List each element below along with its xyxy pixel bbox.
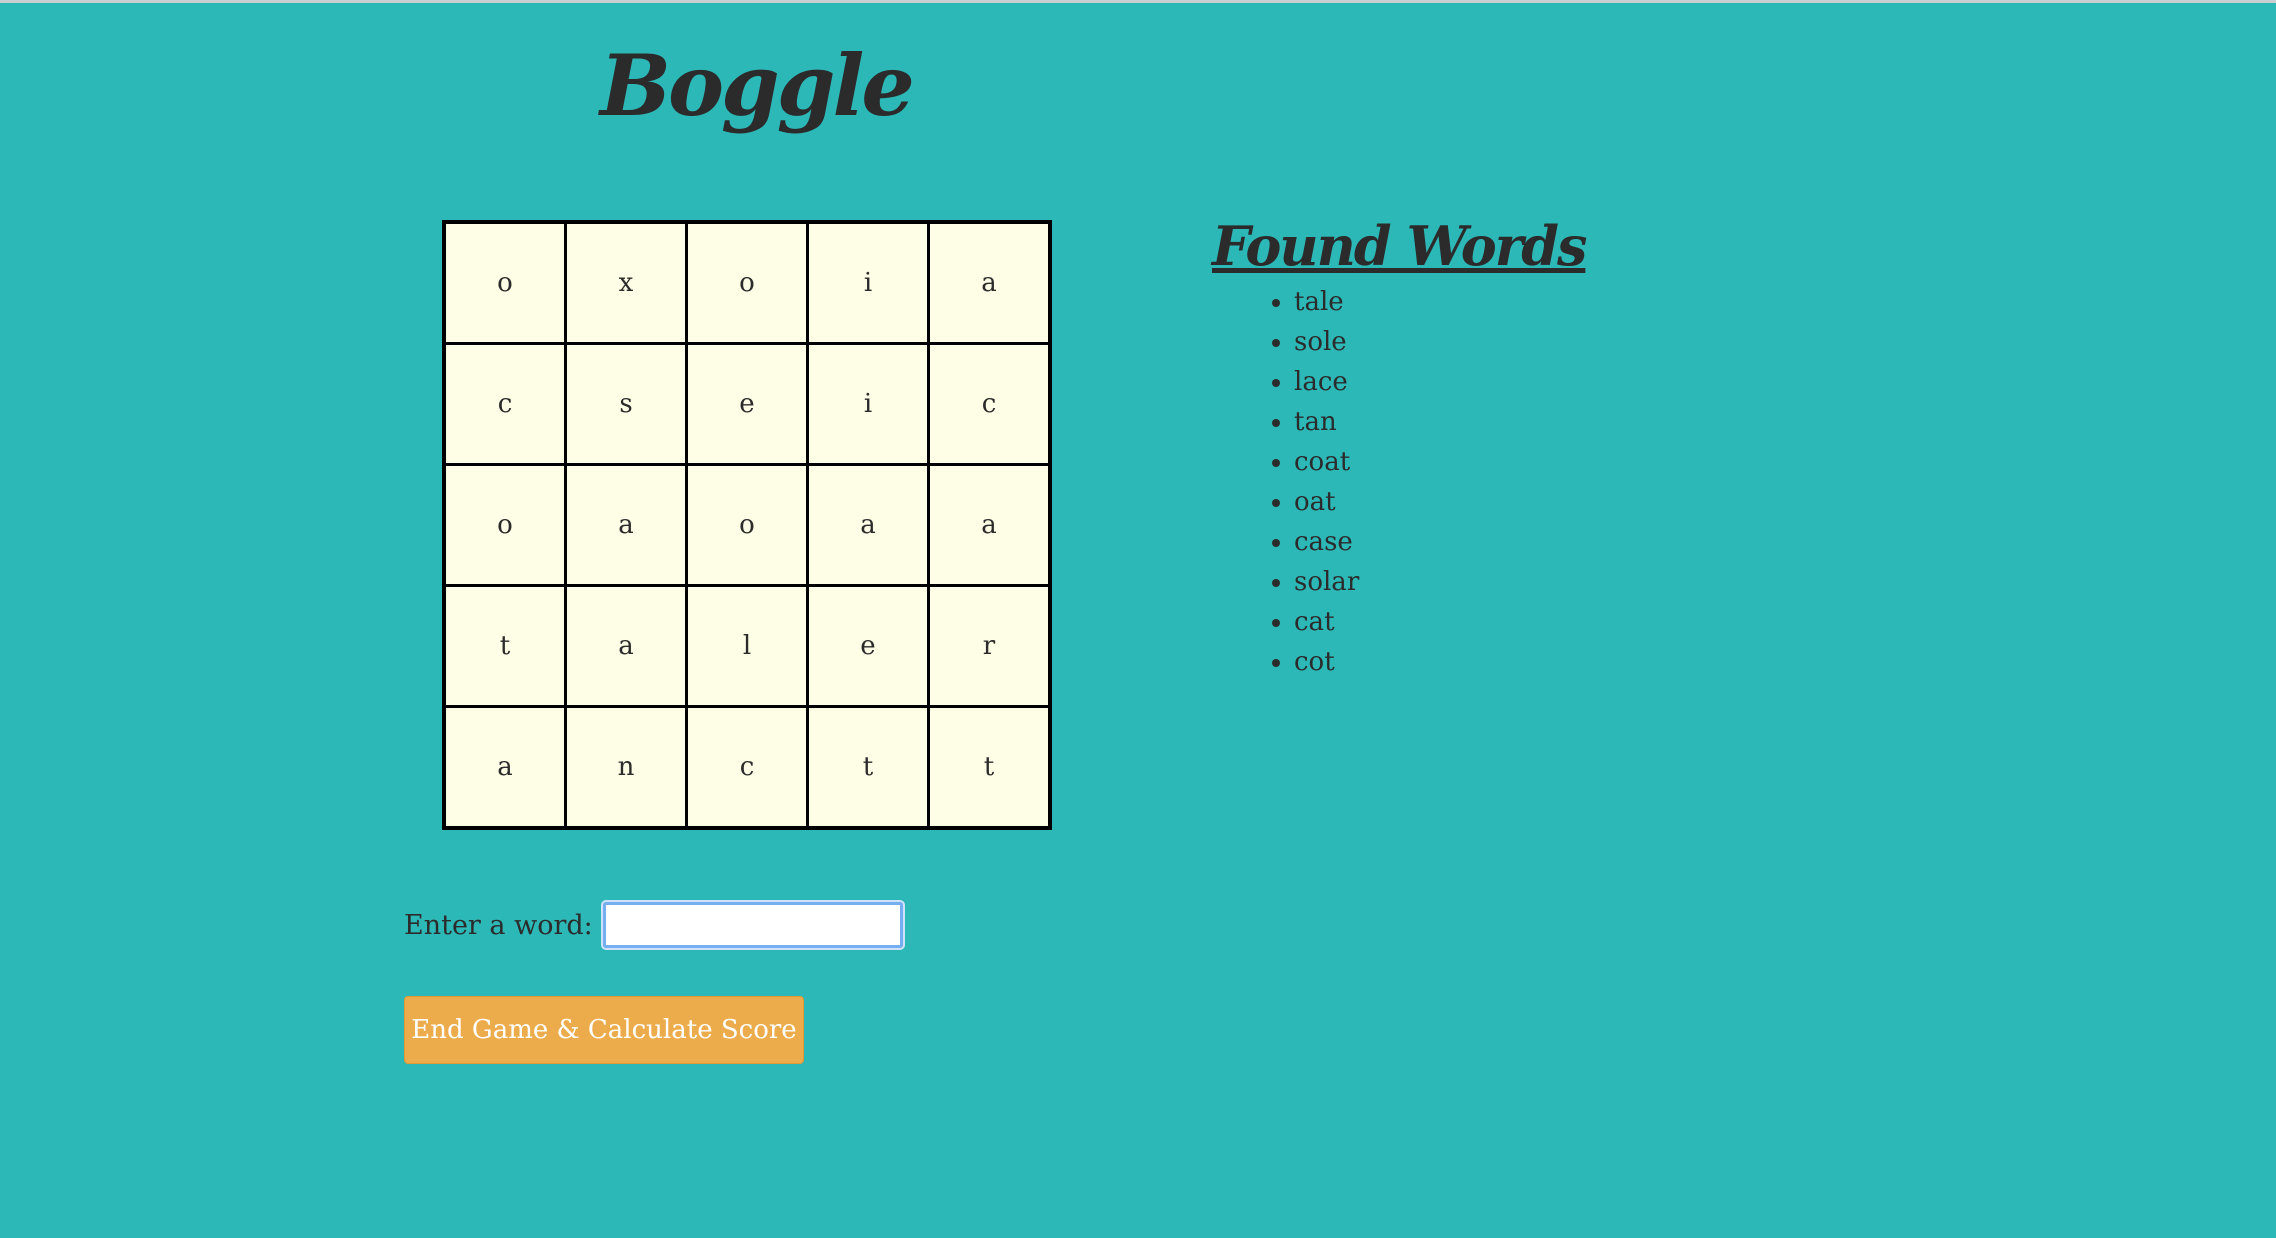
board-cell: t [442,584,567,708]
browser-top-border [0,0,2276,3]
board-row: t a l e r [442,584,1052,708]
board-cell: o [685,463,809,587]
board-cell: o [442,220,567,345]
board-cell: a [564,584,688,708]
board-cell: e [806,584,930,708]
board-cell: a [927,463,1052,587]
board-cell: n [564,705,688,830]
board-row: o a o a a [442,463,1052,587]
board-cell: e [685,342,809,466]
found-words-list: tale sole lace tan coat oat case solar c… [1212,282,1585,682]
board-cell: l [685,584,809,708]
board-cell: o [442,463,567,587]
board-row: o x o i a [442,220,1052,345]
board-cell: i [806,342,930,466]
board-cell: a [927,220,1052,345]
found-word-item: tan [1294,402,1585,442]
board-cell: a [564,463,688,587]
board-cell: r [927,584,1052,708]
found-word-item: tale [1294,282,1585,322]
board-cell: c [442,342,567,466]
board-cell: c [685,705,809,830]
page-title: Boggle [600,36,915,135]
found-word-item: sole [1294,322,1585,362]
board-cell: a [442,705,567,830]
word-input[interactable] [600,900,905,950]
boggle-board: o x o i a c s e i c o a o a a t a l e r [442,220,1052,830]
board-cell: s [564,342,688,466]
end-game-button[interactable]: End Game & Calculate Score [404,996,804,1064]
board-cell: t [806,705,930,830]
board-row: a n c t t [442,705,1052,830]
found-word-item: oat [1294,482,1585,522]
board-cell: o [685,220,809,345]
board-cell: i [806,220,930,345]
word-entry-row: Enter a word: [404,900,905,950]
board-cell: a [806,463,930,587]
board-row: c s e i c [442,342,1052,466]
board-cell: t [927,705,1052,830]
board-cell: c [927,342,1052,466]
found-words-title: Found Words [1212,214,1587,278]
found-word-item: solar [1294,562,1585,602]
found-word-item: case [1294,522,1585,562]
found-words-panel: Found Words tale sole lace tan coat oat … [1212,210,1587,682]
found-word-item: cot [1294,642,1585,682]
found-word-item: coat [1294,442,1585,482]
found-word-item: lace [1294,362,1585,402]
board-cell: x [564,220,688,345]
word-entry-label: Enter a word: [404,909,593,941]
found-word-item: cat [1294,602,1585,642]
